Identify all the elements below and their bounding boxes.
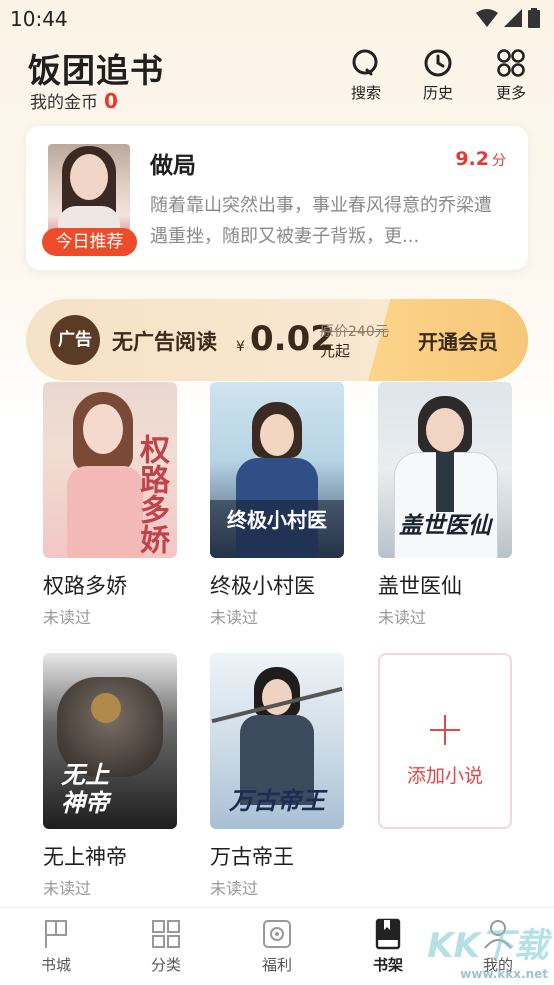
original-price: 原价240元 (320, 324, 389, 340)
wifi-icon (476, 9, 498, 27)
price-unit: 元起 (320, 342, 351, 360)
bottom-tab-bar: 书城 分类 福利 书架 我的 KK下载 www.kkx.net (0, 907, 554, 985)
search-icon (352, 49, 378, 76)
status-time: 10:44 (10, 7, 68, 31)
read-status: 未读过 (378, 608, 427, 627)
book-icon (375, 918, 401, 950)
tab-bookshelf[interactable]: 书架 (348, 918, 428, 975)
book-cover: 盖世医仙 (378, 382, 512, 558)
tab-welfare[interactable]: 福利 (237, 918, 317, 975)
more-button[interactable]: 更多 (481, 48, 541, 103)
coins-value: 0 (104, 89, 118, 113)
status-bar: 10:44 (0, 0, 554, 38)
cover-title-text: 万古帝王 (229, 787, 325, 815)
history-label: 历史 (422, 84, 453, 102)
grid-icon (497, 49, 525, 77)
signal-icon (504, 9, 522, 27)
book-title: 盖世医仙 (378, 574, 462, 598)
read-status: 未读过 (43, 608, 92, 627)
app-title: 饭团追书 (28, 51, 164, 90)
add-novel-label: 添加小说 (406, 765, 483, 787)
plus-icon (430, 715, 460, 745)
daily-recommendation-card[interactable]: 做局 今日推荐 做局 9.2分 随着靠山突然出事，事业春风得意的乔梁遭遇重挫，随… (26, 126, 528, 270)
cover-title-text: 终极小村医 (227, 508, 327, 532)
book-title: 无上神帝 (43, 845, 127, 869)
read-status: 未读过 (210, 608, 259, 627)
book-item[interactable]: 终极小村医 终极小村医 未读过 (210, 382, 344, 628)
tab-bookstore[interactable]: 书城 (16, 918, 96, 975)
tab-category[interactable]: 分类 (126, 918, 206, 975)
history-button[interactable]: 历史 (408, 48, 468, 103)
rec-book-description: 随着靠山突然出事，事业春风得意的乔梁遭遇重挫，随即又被妻子背叛，更... (150, 195, 492, 247)
book-item[interactable]: 万古帝王 万古帝王 未读过 (210, 653, 344, 899)
cover-title-text: 盖世医仙 (399, 513, 491, 539)
search-label: 搜索 (350, 84, 381, 102)
status-icons (476, 8, 540, 28)
tab-label: 书城 (40, 956, 71, 974)
coins-label: 我的金币 (30, 93, 98, 113)
open-vip-button[interactable]: 开通会员 (418, 326, 498, 355)
gift-target-icon (263, 920, 291, 948)
book-item[interactable]: 无上神帝 无上神帝 未读过 (43, 653, 177, 899)
clock-icon (424, 49, 452, 77)
read-status: 未读过 (43, 879, 92, 898)
rec-book-score: 9.2 分 (455, 148, 506, 170)
rec-book-title: 做局 (150, 153, 196, 179)
book-title: 权路多娇 (43, 574, 127, 598)
tab-label: 分类 (150, 956, 181, 974)
cover-title-text: 权路多娇 (134, 434, 169, 554)
book-cover: 权路多娇 (43, 382, 177, 558)
book-cover: 终极小村医 (210, 382, 344, 558)
app-header: 饭团追书 我的金币 0 搜索 历史 更多 (0, 42, 554, 114)
site-watermark: KK下载 www.kkx.net (427, 926, 548, 981)
vip-banner[interactable]: 广告 无广告阅读 ¥ 0.02 原价240元 元起 开通会员 (26, 299, 528, 381)
flag-icon (45, 920, 67, 948)
cover-title-text: 无上神帝 (61, 761, 109, 817)
currency-symbol: ¥ (236, 339, 245, 355)
daily-recommend-badge: 今日推荐 (42, 228, 137, 256)
tab-label: 福利 (261, 956, 292, 974)
battery-icon (528, 8, 540, 28)
no-ad-reading-text: 无广告阅读 (112, 330, 217, 354)
ad-icon: 广告 (50, 315, 100, 365)
book-title: 终极小村医 (210, 574, 315, 598)
search-button[interactable]: 搜索 (336, 48, 396, 103)
tab-label: 书架 (372, 956, 403, 974)
book-cover: 万古帝王 (210, 653, 344, 829)
my-coins[interactable]: 我的金币 0 (30, 88, 118, 113)
add-novel-button[interactable]: 添加小说 (378, 653, 512, 829)
book-item[interactable]: 盖世医仙 盖世医仙 未读过 (378, 382, 512, 628)
book-cover: 无上神帝 (43, 653, 177, 829)
book-title: 万古帝王 (210, 845, 294, 869)
book-item[interactable]: 权路多娇 权路多娇 未读过 (43, 382, 177, 628)
more-label: 更多 (495, 84, 526, 102)
read-status: 未读过 (210, 879, 259, 898)
category-grid-icon (152, 920, 180, 948)
